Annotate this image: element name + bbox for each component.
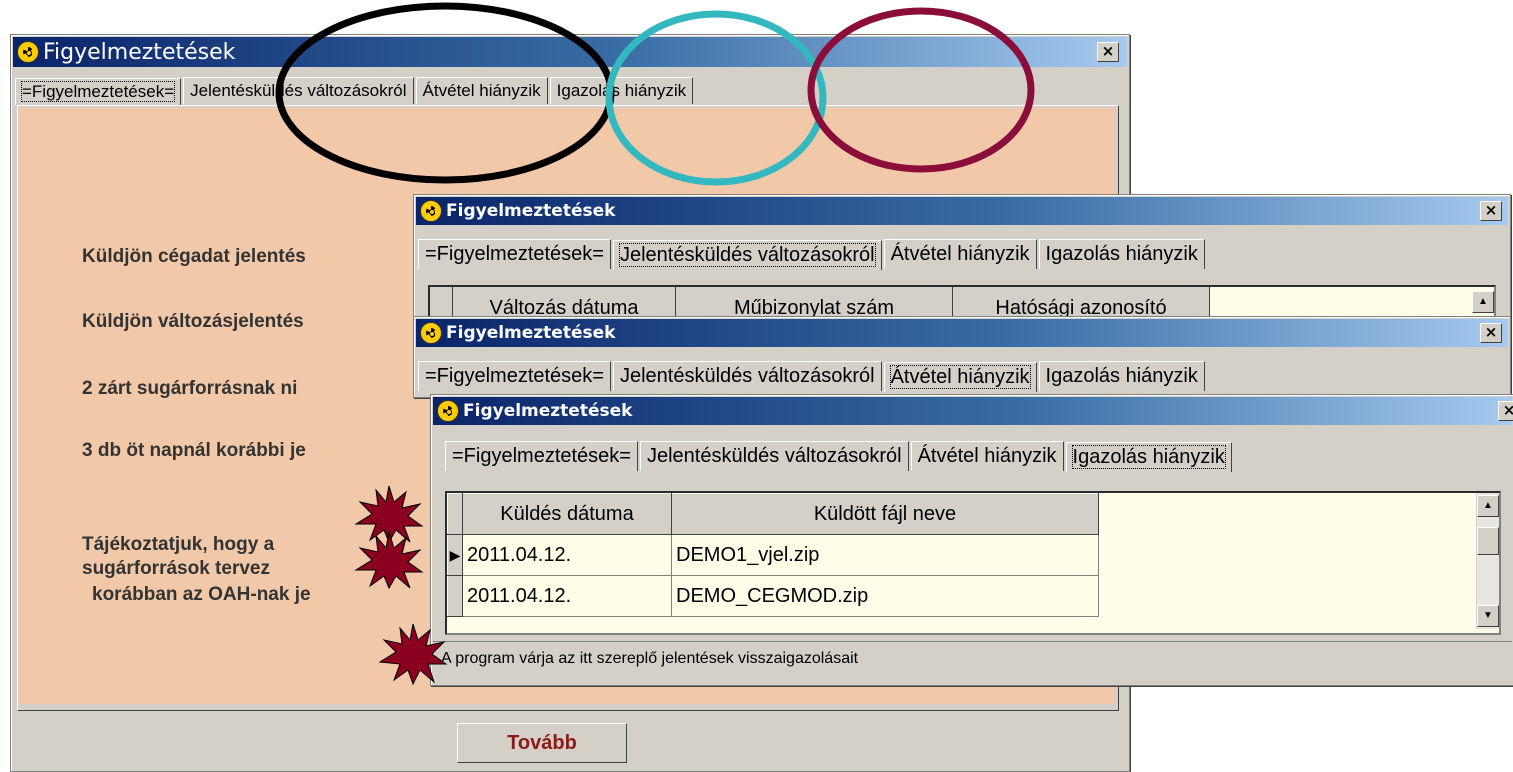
- tab-receipt-missing[interactable]: Átvétel hiányzik: [415, 77, 548, 104]
- radiation-icon: [437, 400, 459, 422]
- window-title: Figyelmeztetések: [463, 401, 633, 421]
- window-title: Figyelmeztetések: [446, 201, 616, 221]
- tab-change-reports[interactable]: Jelentésküldés változásokról: [183, 77, 414, 104]
- file-name-cell[interactable]: DEMO1_vjel.zip: [671, 534, 1099, 576]
- window-title: Figyelmeztetések: [446, 323, 616, 343]
- tab-bar: =Figyelmeztetések= Jelentésküldés változ…: [418, 361, 1207, 392]
- tab-bar: =Figyelmeztetések= Jelentésküldés változ…: [15, 77, 695, 105]
- title-bar: Figyelmeztetések ×: [433, 397, 1513, 425]
- row-pointer-icon: ▶: [447, 534, 463, 576]
- scroll-up-icon[interactable]: ▲: [1472, 291, 1494, 313]
- tab-confirmation-missing[interactable]: Igazolás hiányzik: [1038, 361, 1205, 391]
- close-x-icon[interactable]: ×: [1480, 323, 1502, 343]
- title-bar: Figyelmeztetések ×: [416, 319, 1508, 347]
- warning-line: Küldjön változásjelentés: [82, 311, 304, 332]
- warning-line: 3 db öt napnál korábbi je: [82, 440, 306, 461]
- info-line: sugárforrások tervez: [82, 558, 270, 579]
- column-header-send-date[interactable]: Küldés dátuma: [462, 493, 672, 535]
- close-x-icon[interactable]: ×: [1498, 401, 1513, 421]
- close-x-icon[interactable]: ×: [1097, 42, 1119, 62]
- tab-receipt-missing[interactable]: Átvétel hiányzik: [883, 362, 1037, 392]
- scroll-down-icon[interactable]: ▼: [1477, 605, 1499, 627]
- scroll-up-icon[interactable]: ▲: [1477, 495, 1499, 517]
- table-row[interactable]: 2011.04.12. DEMO_CEGMOD.zip: [447, 575, 1099, 617]
- status-text: A program várja az itt szereplő jelentés…: [441, 650, 859, 667]
- send-date-cell[interactable]: 2011.04.12.: [462, 575, 672, 617]
- warning-line: Küldjön cégadat jelentés: [82, 246, 306, 267]
- starburst-icon: [378, 623, 448, 686]
- row-indicator: [447, 575, 463, 617]
- tab-warnings[interactable]: =Figyelmeztetések=: [445, 441, 638, 471]
- table-header-row: Küldés dátuma Küldött fájl neve: [447, 493, 1099, 535]
- tab-warnings[interactable]: =Figyelmeztetések=: [15, 78, 182, 105]
- confirmation-table: Küldés dátuma Küldött fájl neve ▶ 2011.0…: [447, 493, 1099, 617]
- radiation-icon: [420, 322, 442, 344]
- continue-button[interactable]: Tovább: [457, 723, 627, 763]
- title-bar: Figyelmeztetések ×: [13, 37, 1127, 67]
- tab-bar: =Figyelmeztetések= Jelentésküldés változ…: [418, 239, 1207, 270]
- tab-confirmation-missing[interactable]: Igazolás hiányzik: [1065, 442, 1232, 472]
- send-date-cell[interactable]: 2011.04.12.: [462, 534, 672, 576]
- column-header-file-name[interactable]: Küldött fájl neve: [671, 493, 1099, 535]
- tab-bar: =Figyelmeztetések= Jelentésküldés változ…: [445, 441, 1234, 472]
- warnings-window-receipt-missing: Figyelmeztetések × =Figyelmeztetések= Je…: [413, 316, 1511, 398]
- file-name-cell[interactable]: DEMO_CEGMOD.zip: [671, 575, 1099, 617]
- table-row[interactable]: ▶ 2011.04.12. DEMO1_vjel.zip: [447, 534, 1099, 576]
- radiation-icon: [17, 41, 39, 63]
- confirmation-grid[interactable]: Küldés dátuma Küldött fájl neve ▶ 2011.0…: [445, 491, 1501, 635]
- warnings-window-change-reports: Figyelmeztetések × =Figyelmeztetések= Je…: [413, 194, 1511, 326]
- tab-warnings[interactable]: =Figyelmeztetések=: [418, 239, 611, 269]
- status-bar: A program várja az itt szereplő jelentés…: [433, 641, 1512, 680]
- tab-change-reports[interactable]: Jelentésküldés változásokról: [612, 240, 882, 270]
- starburst-icon: [354, 531, 424, 590]
- tab-receipt-missing[interactable]: Átvétel hiányzik: [910, 441, 1064, 471]
- tab-receipt-missing[interactable]: Átvétel hiányzik: [883, 239, 1037, 269]
- tab-confirmation-missing[interactable]: Igazolás hiányzik: [549, 77, 694, 104]
- warnings-window-confirmation-missing: Figyelmeztetések × =Figyelmeztetések= Je…: [430, 394, 1513, 686]
- scroll-thumb[interactable]: [1477, 527, 1499, 555]
- tab-change-reports[interactable]: Jelentésküldés változásokról: [639, 441, 909, 471]
- close-x-icon[interactable]: ×: [1480, 201, 1502, 221]
- tab-warnings[interactable]: =Figyelmeztetések=: [418, 361, 611, 391]
- radiation-icon: [420, 200, 442, 222]
- row-indicator-header: [447, 493, 463, 535]
- info-line: Tájékoztatjuk, hogy a: [82, 534, 275, 555]
- tab-change-reports[interactable]: Jelentésküldés változásokról: [612, 361, 882, 391]
- info-line: korábban az OAH-nak je: [92, 584, 311, 605]
- tab-confirmation-missing[interactable]: Igazolás hiányzik: [1038, 239, 1205, 269]
- title-bar: Figyelmeztetések ×: [416, 197, 1508, 225]
- window-title: Figyelmeztetések: [43, 39, 236, 65]
- warning-line: 2 zárt sugárforrásnak ni: [82, 378, 298, 399]
- vertical-scrollbar[interactable]: ▲ ▼: [1476, 493, 1499, 629]
